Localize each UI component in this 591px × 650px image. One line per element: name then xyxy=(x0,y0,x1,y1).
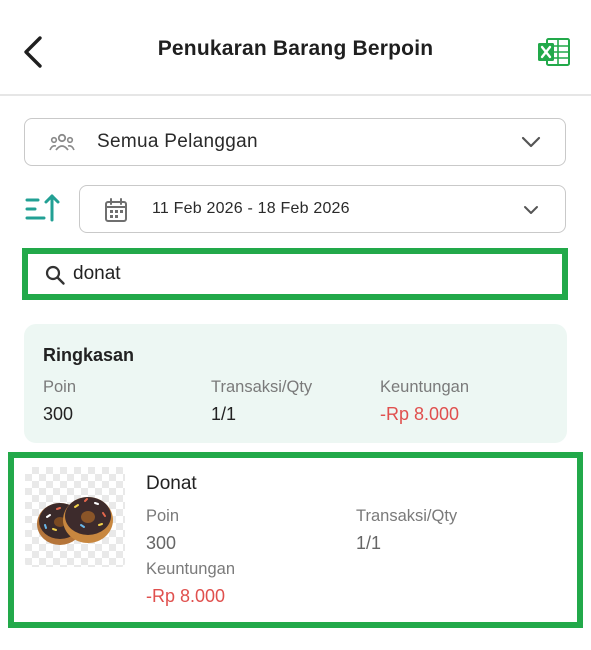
calendar-icon xyxy=(105,198,127,222)
chevron-down-icon xyxy=(521,136,541,148)
people-icon xyxy=(49,133,75,151)
search-bar xyxy=(22,248,568,300)
summary-title: Ringkasan xyxy=(43,345,135,365)
app-header: Penukaran Barang Berpoin xyxy=(0,0,591,96)
summary-profit-label: Keuntungan xyxy=(380,378,470,396)
search-input[interactable] xyxy=(73,258,543,290)
customer-filter-label: Semua Pelanggan xyxy=(97,131,258,152)
item-profit-value: -Rp 8.000 xyxy=(146,586,226,606)
summary-transactions-label: Transaksi/Qty xyxy=(211,378,313,396)
donut-image xyxy=(25,467,125,567)
item-name: Donat xyxy=(146,473,197,494)
summary-transactions-value: 1/1 xyxy=(211,404,237,424)
summary-points-label: Poin xyxy=(43,378,77,396)
export-excel-button[interactable] xyxy=(536,36,572,68)
list-item[interactable]: Donat Poin 300 Transaksi/Qty 1/1 Keuntun… xyxy=(8,452,583,628)
sort-ascending-icon xyxy=(25,194,60,222)
page-title: Penukaran Barang Berpoin xyxy=(157,37,434,60)
item-transactions-value: 1/1 xyxy=(356,533,382,553)
item-points-label: Poin xyxy=(146,507,180,525)
summary-profit-value: -Rp 8.000 xyxy=(380,404,460,424)
date-range-label: 11 Feb 2026 - 18 Feb 2026 xyxy=(152,200,350,217)
date-range-select[interactable]: 11 Feb 2026 - 18 Feb 2026 xyxy=(79,185,566,233)
sort-button[interactable] xyxy=(24,192,62,226)
chevron-down-icon xyxy=(524,206,538,214)
item-points-value: 300 xyxy=(146,533,177,553)
excel-icon xyxy=(538,38,570,66)
summary-card: Ringkasan Poin 300 Transaksi/Qty 1/1 Keu… xyxy=(24,324,567,443)
search-icon xyxy=(45,265,65,285)
item-profit-label: Keuntungan xyxy=(146,560,236,578)
summary-points-value: 300 xyxy=(43,404,74,424)
customer-filter-select[interactable]: Semua Pelanggan xyxy=(24,118,566,166)
item-transactions-label: Transaksi/Qty xyxy=(356,507,458,525)
